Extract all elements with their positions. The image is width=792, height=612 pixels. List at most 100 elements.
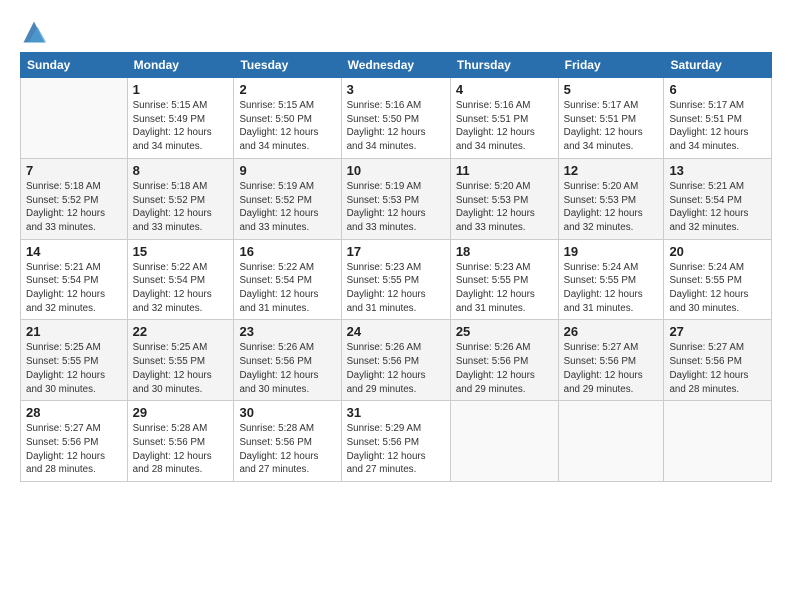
calendar-cell: 7 Sunrise: 5:18 AM Sunset: 5:52 PM Daylig… <box>21 158 128 239</box>
calendar-cell: 21 Sunrise: 5:25 AM Sunset: 5:55 PM Dayli… <box>21 320 128 401</box>
day-info: Sunrise: 5:20 AM Sunset: 5:53 PM Dayligh… <box>564 180 659 235</box>
calendar-cell: 12 Sunrise: 5:20 AM Sunset: 5:53 PM Dayli… <box>558 158 664 239</box>
day-number: 18 <box>456 244 553 259</box>
day-info: Sunrise: 5:24 AM Sunset: 5:55 PM Dayligh… <box>669 261 766 316</box>
header <box>20 18 772 46</box>
day-info: Sunrise: 5:18 AM Sunset: 5:52 PM Dayligh… <box>133 180 229 235</box>
day-number: 14 <box>26 244 122 259</box>
day-number: 10 <box>347 163 445 178</box>
calendar-cell: 15 Sunrise: 5:22 AM Sunset: 5:54 PM Dayli… <box>127 239 234 320</box>
day-number: 6 <box>669 82 766 97</box>
day-number: 26 <box>564 324 659 339</box>
day-info: Sunrise: 5:19 AM Sunset: 5:53 PM Dayligh… <box>347 180 445 235</box>
col-header-sunday: Sunday <box>21 53 128 78</box>
day-info: Sunrise: 5:18 AM Sunset: 5:52 PM Dayligh… <box>26 180 122 235</box>
week-row-4: 21 Sunrise: 5:25 AM Sunset: 5:55 PM Dayli… <box>21 320 772 401</box>
day-info: Sunrise: 5:26 AM Sunset: 5:56 PM Dayligh… <box>456 341 553 396</box>
day-number: 13 <box>669 163 766 178</box>
day-info: Sunrise: 5:15 AM Sunset: 5:49 PM Dayligh… <box>133 99 229 154</box>
week-row-2: 7 Sunrise: 5:18 AM Sunset: 5:52 PM Daylig… <box>21 158 772 239</box>
day-info: Sunrise: 5:27 AM Sunset: 5:56 PM Dayligh… <box>669 341 766 396</box>
day-info: Sunrise: 5:17 AM Sunset: 5:51 PM Dayligh… <box>564 99 659 154</box>
day-info: Sunrise: 5:17 AM Sunset: 5:51 PM Dayligh… <box>669 99 766 154</box>
calendar-cell <box>21 78 128 159</box>
day-number: 15 <box>133 244 229 259</box>
day-info: Sunrise: 5:28 AM Sunset: 5:56 PM Dayligh… <box>239 422 335 477</box>
calendar-cell: 22 Sunrise: 5:25 AM Sunset: 5:55 PM Dayli… <box>127 320 234 401</box>
calendar-cell: 13Sunrise: 5:21 AM Sunset: 5:54 PM Dayli… <box>664 158 772 239</box>
day-number: 30 <box>239 405 335 420</box>
calendar-cell: 30 Sunrise: 5:28 AM Sunset: 5:56 PM Dayli… <box>234 401 341 482</box>
calendar-cell: 3 Sunrise: 5:16 AM Sunset: 5:50 PM Daylig… <box>341 78 450 159</box>
calendar-cell: 27 Sunrise: 5:27 AM Sunset: 5:56 PM Dayli… <box>664 320 772 401</box>
calendar-cell: 31Sunrise: 5:29 AM Sunset: 5:56 PM Dayli… <box>341 401 450 482</box>
calendar-cell: 28 Sunrise: 5:27 AM Sunset: 5:56 PM Dayli… <box>21 401 128 482</box>
day-number: 19 <box>564 244 659 259</box>
calendar-cell: 5 Sunrise: 5:17 AM Sunset: 5:51 PM Daylig… <box>558 78 664 159</box>
logo-icon <box>20 18 48 46</box>
calendar-table: SundayMondayTuesdayWednesdayThursdayFrid… <box>20 52 772 482</box>
day-number: 23 <box>239 324 335 339</box>
day-info: Sunrise: 5:21 AM Sunset: 5:54 PM Dayligh… <box>26 261 122 316</box>
day-number: 21 <box>26 324 122 339</box>
calendar-cell: 1 Sunrise: 5:15 AM Sunset: 5:49 PM Daylig… <box>127 78 234 159</box>
day-number: 2 <box>239 82 335 97</box>
calendar-cell: 20 Sunrise: 5:24 AM Sunset: 5:55 PM Dayli… <box>664 239 772 320</box>
day-info: Sunrise: 5:15 AM Sunset: 5:50 PM Dayligh… <box>239 99 335 154</box>
calendar-cell <box>450 401 558 482</box>
day-info: Sunrise: 5:23 AM Sunset: 5:55 PM Dayligh… <box>347 261 445 316</box>
header-row: SundayMondayTuesdayWednesdayThursdayFrid… <box>21 53 772 78</box>
calendar-cell: 14 Sunrise: 5:21 AM Sunset: 5:54 PM Dayli… <box>21 239 128 320</box>
day-info: Sunrise: 5:22 AM Sunset: 5:54 PM Dayligh… <box>133 261 229 316</box>
day-number: 5 <box>564 82 659 97</box>
calendar-cell: 19 Sunrise: 5:24 AM Sunset: 5:55 PM Dayli… <box>558 239 664 320</box>
calendar-cell: 24 Sunrise: 5:26 AM Sunset: 5:56 PM Dayli… <box>341 320 450 401</box>
day-number: 24 <box>347 324 445 339</box>
day-number: 1 <box>133 82 229 97</box>
day-info: Sunrise: 5:25 AM Sunset: 5:55 PM Dayligh… <box>133 341 229 396</box>
day-info: Sunrise: 5:24 AM Sunset: 5:55 PM Dayligh… <box>564 261 659 316</box>
day-info: Sunrise: 5:22 AM Sunset: 5:54 PM Dayligh… <box>239 261 335 316</box>
day-number: 7 <box>26 163 122 178</box>
day-info: Sunrise: 5:19 AM Sunset: 5:52 PM Dayligh… <box>239 180 335 235</box>
day-info: Sunrise: 5:27 AM Sunset: 5:56 PM Dayligh… <box>26 422 122 477</box>
day-number: 27 <box>669 324 766 339</box>
calendar-cell: 18 Sunrise: 5:23 AM Sunset: 5:55 PM Dayli… <box>450 239 558 320</box>
calendar-cell: 16 Sunrise: 5:22 AM Sunset: 5:54 PM Dayli… <box>234 239 341 320</box>
calendar-cell: 29Sunrise: 5:28 AM Sunset: 5:56 PM Dayli… <box>127 401 234 482</box>
day-number: 17 <box>347 244 445 259</box>
day-number: 20 <box>669 244 766 259</box>
day-info: Sunrise: 5:20 AM Sunset: 5:53 PM Dayligh… <box>456 180 553 235</box>
col-header-wednesday: Wednesday <box>341 53 450 78</box>
day-info: Sunrise: 5:16 AM Sunset: 5:50 PM Dayligh… <box>347 99 445 154</box>
week-row-5: 28 Sunrise: 5:27 AM Sunset: 5:56 PM Dayli… <box>21 401 772 482</box>
day-info: Sunrise: 5:28 AM Sunset: 5:56 PM Dayligh… <box>133 422 229 477</box>
day-number: 28 <box>26 405 122 420</box>
day-number: 3 <box>347 82 445 97</box>
day-number: 22 <box>133 324 229 339</box>
day-info: Sunrise: 5:26 AM Sunset: 5:56 PM Dayligh… <box>239 341 335 396</box>
col-header-saturday: Saturday <box>664 53 772 78</box>
day-number: 25 <box>456 324 553 339</box>
day-info: Sunrise: 5:27 AM Sunset: 5:56 PM Dayligh… <box>564 341 659 396</box>
day-number: 4 <box>456 82 553 97</box>
calendar-cell: 11Sunrise: 5:20 AM Sunset: 5:53 PM Dayli… <box>450 158 558 239</box>
calendar-cell: 10 Sunrise: 5:19 AM Sunset: 5:53 PM Dayli… <box>341 158 450 239</box>
day-info: Sunrise: 5:25 AM Sunset: 5:55 PM Dayligh… <box>26 341 122 396</box>
week-row-1: 1 Sunrise: 5:15 AM Sunset: 5:49 PM Daylig… <box>21 78 772 159</box>
calendar-cell: 6 Sunrise: 5:17 AM Sunset: 5:51 PM Daylig… <box>664 78 772 159</box>
col-header-monday: Monday <box>127 53 234 78</box>
day-number: 31 <box>347 405 445 420</box>
day-info: Sunrise: 5:26 AM Sunset: 5:56 PM Dayligh… <box>347 341 445 396</box>
day-number: 16 <box>239 244 335 259</box>
calendar-cell: 4 Sunrise: 5:16 AM Sunset: 5:51 PM Daylig… <box>450 78 558 159</box>
day-info: Sunrise: 5:23 AM Sunset: 5:55 PM Dayligh… <box>456 261 553 316</box>
col-header-thursday: Thursday <box>450 53 558 78</box>
col-header-friday: Friday <box>558 53 664 78</box>
day-info: Sunrise: 5:16 AM Sunset: 5:51 PM Dayligh… <box>456 99 553 154</box>
day-number: 12 <box>564 163 659 178</box>
logo <box>20 18 52 46</box>
calendar-cell <box>558 401 664 482</box>
calendar-cell <box>664 401 772 482</box>
calendar-cell: 25 Sunrise: 5:26 AM Sunset: 5:56 PM Dayli… <box>450 320 558 401</box>
